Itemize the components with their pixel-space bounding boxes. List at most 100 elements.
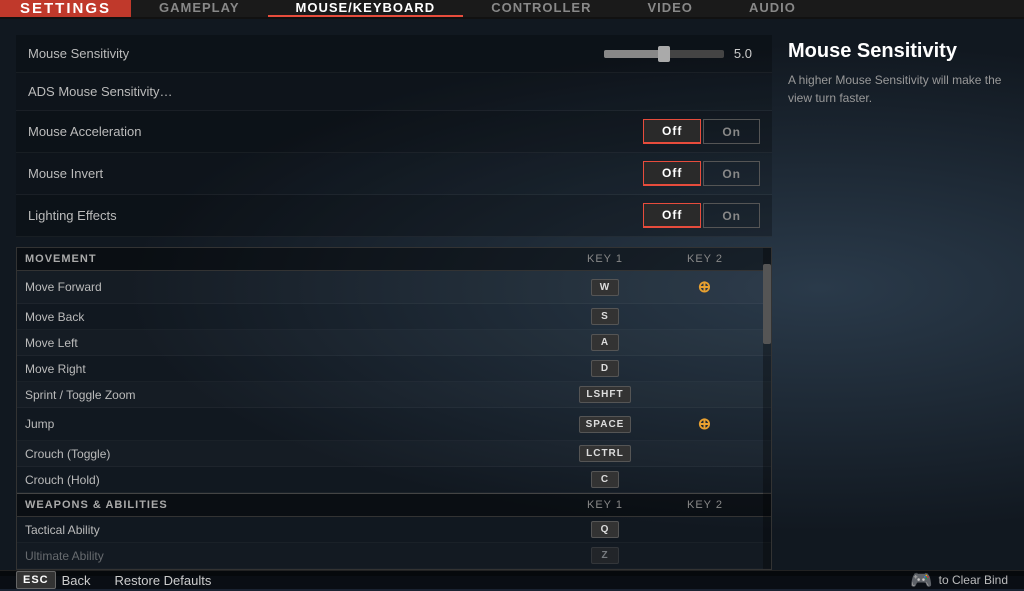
- weapons-header: WEAPONS & ABILITIES KEY 1 KEY 2: [17, 493, 771, 517]
- key1-sprint[interactable]: LSHFT: [555, 386, 655, 403]
- key-badge-lctrl: LCTRL: [579, 445, 631, 462]
- mouse-invert-row: Mouse Invert Off On: [16, 153, 772, 195]
- mouse-acceleration-toggle: Off On: [643, 119, 760, 144]
- key1-move-back[interactable]: S: [555, 308, 655, 325]
- keybind-row-ultimate: Ultimate Ability Z: [17, 543, 771, 569]
- key2-move-forward[interactable]: ⊕: [655, 275, 755, 299]
- key-badge-a: A: [591, 334, 619, 351]
- key-badge-q: Q: [591, 521, 619, 538]
- main-content: Mouse Sensitivity 5.0 ADS Mouse Sensitiv…: [0, 19, 1024, 570]
- slider-fill: [604, 50, 664, 58]
- back-action: ESC Back: [16, 571, 91, 589]
- keybind-row-tactical: Tactical Ability Q: [17, 517, 771, 543]
- ctrl-icon-forward: ⊕: [691, 275, 719, 299]
- action-ultimate: Ultimate Ability: [25, 549, 555, 563]
- keybind-row-sprint: Sprint / Toggle Zoom LSHFT: [17, 382, 771, 408]
- key1-col-header: KEY 1: [555, 253, 655, 265]
- key1-jump[interactable]: SPACE: [555, 416, 655, 433]
- restore-defaults-label: Restore Defaults: [115, 573, 212, 588]
- key-badge-c: C: [591, 471, 619, 488]
- action-tactical: Tactical Ability: [25, 523, 555, 537]
- help-title: Mouse Sensitivity: [788, 39, 1008, 63]
- key1-tactical[interactable]: Q: [555, 521, 655, 538]
- key1-crouch-toggle[interactable]: LCTRL: [555, 445, 655, 462]
- left-panel: Mouse Sensitivity 5.0 ADS Mouse Sensitiv…: [16, 35, 772, 570]
- action-sprint: Sprint / Toggle Zoom: [25, 388, 555, 402]
- bottom-bar: ESC Back Restore Defaults 🎮 to Clear Bin…: [0, 570, 1024, 589]
- mouse-invert-on[interactable]: On: [703, 161, 760, 186]
- key1-move-forward[interactable]: W: [555, 279, 655, 296]
- key-badge-lshft: LSHFT: [579, 386, 630, 403]
- movement-title: MOVEMENT: [25, 253, 555, 265]
- right-panel: Mouse Sensitivity A higher Mouse Sensiti…: [788, 35, 1008, 570]
- scrollbar-track[interactable]: [763, 248, 771, 569]
- back-label: Back: [62, 573, 91, 588]
- action-crouch-hold: Crouch (Hold): [25, 473, 555, 487]
- ads-sensitivity-label: ADS Mouse Sensitivity…: [28, 84, 760, 99]
- action-move-left: Move Left: [25, 336, 555, 350]
- ads-sensitivity-row[interactable]: ADS Mouse Sensitivity…: [16, 73, 772, 111]
- nav-tabs: GAMEPLAY MOUSE/KEYBOARD CONTROLLER VIDEO…: [131, 0, 1024, 17]
- key1-move-left[interactable]: A: [555, 334, 655, 351]
- lighting-effects-toggle: Off On: [643, 203, 760, 228]
- keybind-row-crouch-hold: Crouch (Hold) C: [17, 467, 771, 493]
- help-description: A higher Mouse Sensitivity will make the…: [788, 71, 1008, 107]
- settings-title: SETTINGS: [0, 0, 131, 17]
- tab-gameplay[interactable]: GAMEPLAY: [131, 0, 267, 17]
- restore-defaults-action[interactable]: Restore Defaults: [115, 573, 212, 588]
- mouse-invert-off[interactable]: Off: [643, 161, 701, 186]
- lighting-effects-label: Lighting Effects: [28, 208, 643, 223]
- tab-audio[interactable]: AUDIO: [721, 0, 824, 17]
- clear-bind-hint: 🎮 to Clear Bind: [910, 570, 1008, 591]
- key-badge-space: SPACE: [579, 416, 632, 433]
- tab-mouse-keyboard[interactable]: MOUSE/KEYBOARD: [268, 0, 464, 17]
- top-bar: SETTINGS GAMEPLAY MOUSE/KEYBOARD CONTROL…: [0, 0, 1024, 19]
- tab-video[interactable]: VIDEO: [619, 0, 720, 17]
- app-container: SETTINGS GAMEPLAY MOUSE/KEYBOARD CONTROL…: [0, 0, 1024, 576]
- lighting-effects-row: Lighting Effects Off On: [16, 195, 772, 237]
- lighting-effects-on[interactable]: On: [703, 203, 760, 228]
- key-badge-d: D: [591, 360, 619, 377]
- key1-ultimate[interactable]: Z: [555, 547, 655, 564]
- mouse-invert-toggle: Off On: [643, 161, 760, 186]
- keybind-row-crouch-toggle: Crouch (Toggle) LCTRL: [17, 441, 771, 467]
- key-badge-s: S: [591, 308, 619, 325]
- keybind-row-move-left: Move Left A: [17, 330, 771, 356]
- action-move-right: Move Right: [25, 362, 555, 376]
- clear-bind-text: to Clear Bind: [939, 573, 1008, 587]
- action-move-forward: Move Forward: [25, 280, 555, 294]
- mouse-acceleration-row: Mouse Acceleration Off On: [16, 111, 772, 153]
- lighting-effects-off[interactable]: Off: [643, 203, 701, 228]
- mouse-sensitivity-row: Mouse Sensitivity 5.0: [16, 35, 772, 73]
- action-crouch-toggle: Crouch (Toggle): [25, 447, 555, 461]
- esc-key-badge: ESC: [16, 571, 56, 589]
- weapons-key1-col: KEY 1: [555, 499, 655, 511]
- keybind-row-move-right: Move Right D: [17, 356, 771, 382]
- ctrl-icon-jump: ⊕: [691, 412, 719, 436]
- keybind-section: MOVEMENT KEY 1 KEY 2 Move Forward W ⊕: [16, 247, 772, 570]
- slider-track: [604, 50, 724, 58]
- mouse-acceleration-on[interactable]: On: [703, 119, 760, 144]
- keybind-row-jump: Jump SPACE ⊕: [17, 408, 771, 441]
- mouse-invert-label: Mouse Invert: [28, 166, 643, 181]
- slider-thumb: [658, 46, 670, 62]
- tab-controller[interactable]: CONTROLLER: [463, 0, 619, 17]
- keybind-row-move-forward: Move Forward W ⊕: [17, 271, 771, 304]
- key-badge-z: Z: [591, 547, 619, 564]
- mouse-acceleration-off[interactable]: Off: [643, 119, 701, 144]
- scrollbar-thumb: [763, 264, 771, 344]
- action-move-back: Move Back: [25, 310, 555, 324]
- key1-crouch-hold[interactable]: C: [555, 471, 655, 488]
- action-jump: Jump: [25, 417, 555, 431]
- key2-jump[interactable]: ⊕: [655, 412, 755, 436]
- key1-move-right[interactable]: D: [555, 360, 655, 377]
- weapons-key2-col: KEY 2: [655, 499, 755, 511]
- mouse-acceleration-label: Mouse Acceleration: [28, 124, 643, 139]
- key-badge-w: W: [591, 279, 619, 296]
- mouse-sensitivity-value: 5.0: [734, 46, 752, 61]
- mouse-sensitivity-slider[interactable]: 5.0: [604, 46, 760, 61]
- keybind-row-move-back: Move Back S: [17, 304, 771, 330]
- key2-col-header: KEY 2: [655, 253, 755, 265]
- mouse-sensitivity-label: Mouse Sensitivity: [28, 46, 604, 61]
- weapons-title: WEAPONS & ABILITIES: [25, 499, 555, 511]
